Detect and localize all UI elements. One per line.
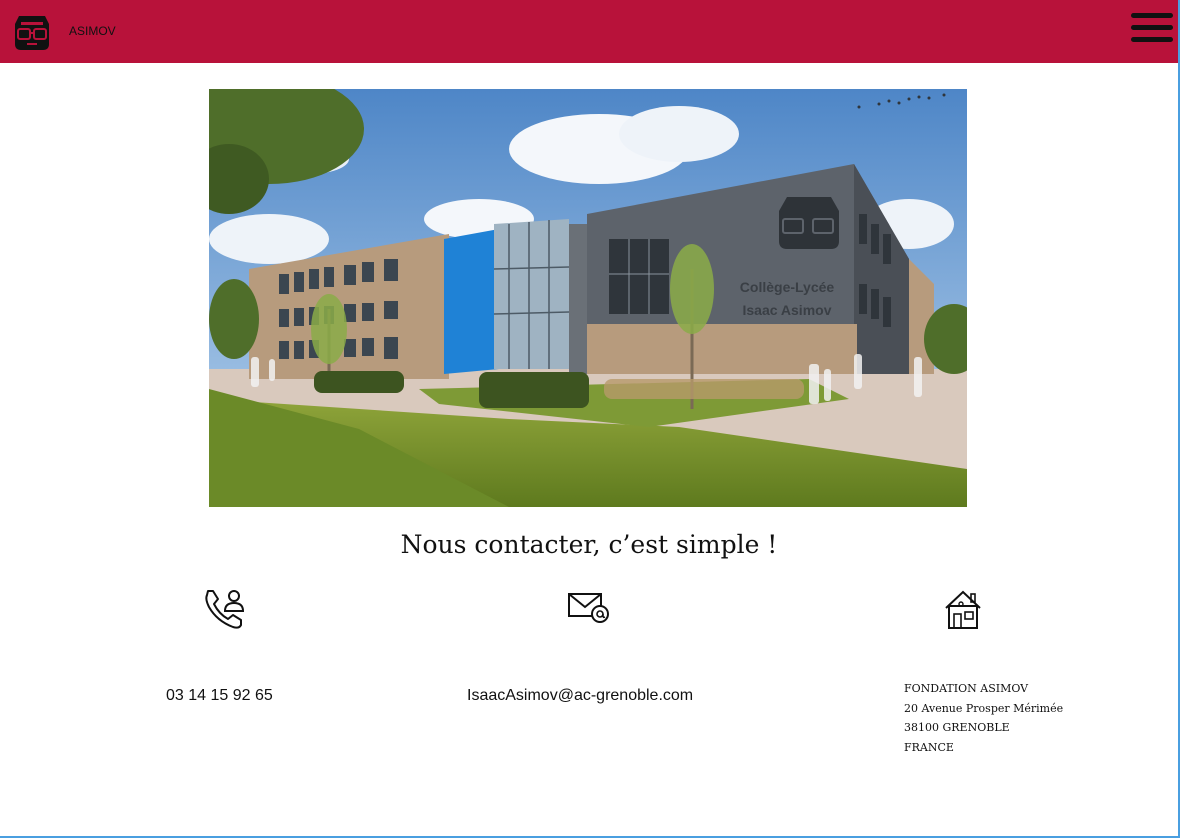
house-icon: [945, 590, 981, 629]
hamburger-menu-icon[interactable]: [1131, 13, 1173, 47]
building-sign-line-2: Isaac Asimov: [743, 302, 832, 318]
mascot-logo-icon[interactable]: [11, 10, 53, 52]
site-header: ASIMOV: [0, 0, 1178, 63]
postal-address: FONDATION ASIMOV 20 Avenue Prosper Mérim…: [904, 679, 1063, 757]
contact-title: Nous contacter, c’est simple !: [400, 530, 778, 559]
email-address[interactable]: IsaacAsimov@ac-grenoble.com: [467, 687, 693, 705]
hero-image: Collège-Lycée Isaac Asimov: [209, 89, 967, 507]
mail-icon: [568, 593, 609, 623]
building-sign-line-1: Collège-Lycée: [740, 279, 835, 295]
address-line-country: FRANCE: [904, 740, 954, 754]
address-line-org: FONDATION ASIMOV: [904, 682, 1029, 695]
phone-number[interactable]: 03 14 15 92 65: [166, 687, 273, 705]
brand-name[interactable]: ASIMOV: [69, 24, 116, 38]
phone-icon: [205, 590, 245, 629]
address-line-street: 20 Avenue Prosper Mérimée: [904, 701, 1064, 715]
address-line-city: 38100 GRENOBLE: [904, 721, 1010, 734]
